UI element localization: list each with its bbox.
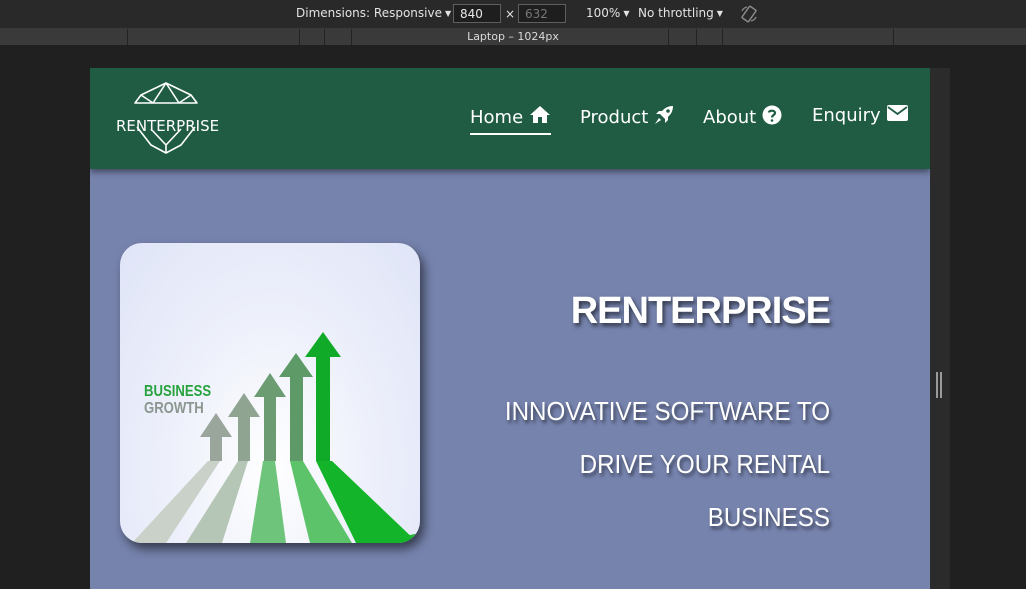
hero-image: BUSINESS GROWTH — [120, 243, 420, 543]
rocket-icon — [654, 105, 674, 130]
resize-handle[interactable] — [936, 372, 942, 398]
chevron-down-icon: ▼ — [444, 9, 452, 18]
media-query-label: Laptop – 1024px — [467, 30, 559, 43]
dimensions-label: Dimensions: Responsive — [296, 6, 442, 20]
times-symbol: × — [505, 7, 516, 21]
rotate-icon[interactable] — [739, 5, 759, 23]
zoom-dropdown[interactable]: 100% ▼ — [586, 6, 629, 20]
image-caption-line2: GROWTH — [144, 400, 204, 417]
zoom-label: 100% — [586, 6, 621, 20]
media-query-bar[interactable]: Laptop – 1024px — [0, 29, 1026, 45]
nav-enquiry[interactable]: Enquiry — [812, 105, 908, 126]
image-caption: BUSINESS GROWTH — [144, 383, 211, 417]
hero-title: RENTERPRISE — [570, 290, 831, 332]
envelope-icon — [886, 105, 908, 126]
nav-home-label: Home — [470, 106, 524, 128]
tagline-line-2: DRIVE YOUR RENTAL — [579, 449, 830, 479]
dimensions-dropdown[interactable]: Dimensions: Responsive ▼ — [296, 6, 451, 20]
devtools-device-toolbar: Dimensions: Responsive▼ × 100%▼ No throt… — [0, 0, 1026, 29]
nav-about[interactable]: About — [703, 105, 782, 130]
tagline-line-1: INNOVATIVE SOFTWARE TO — [504, 396, 830, 426]
nav-about-label: About — [703, 107, 757, 128]
nav-product[interactable]: Product — [580, 105, 674, 130]
throttling-label: No throttling — [638, 6, 714, 20]
image-caption-line1: BUSINESS — [144, 383, 212, 400]
question-circle-icon — [762, 105, 782, 130]
chevron-down-icon: ▼ — [623, 9, 630, 18]
nav-home[interactable]: Home — [470, 105, 552, 135]
height-input[interactable] — [518, 4, 566, 23]
tagline-line-3: BUSINESS — [707, 502, 830, 532]
logo[interactable]: RENTERPRISE — [116, 81, 220, 155]
width-input[interactable] — [453, 4, 501, 23]
viewport-resize-gutter[interactable] — [930, 68, 950, 589]
nav-product-label: Product — [580, 107, 649, 128]
chevron-down-icon: ▼ — [716, 9, 723, 18]
home-icon — [529, 105, 551, 129]
logo-text: RENTERPRISE — [116, 117, 220, 135]
emulated-page: RENTERPRISE Home Product About Enquiry B… — [90, 68, 930, 589]
throttling-dropdown[interactable]: No throttling ▼ — [638, 6, 723, 20]
site-header: RENTERPRISE Home Product About Enquiry — [90, 68, 930, 169]
main-nav: Home Product About Enquiry — [470, 105, 908, 135]
nav-enquiry-label: Enquiry — [812, 105, 881, 126]
